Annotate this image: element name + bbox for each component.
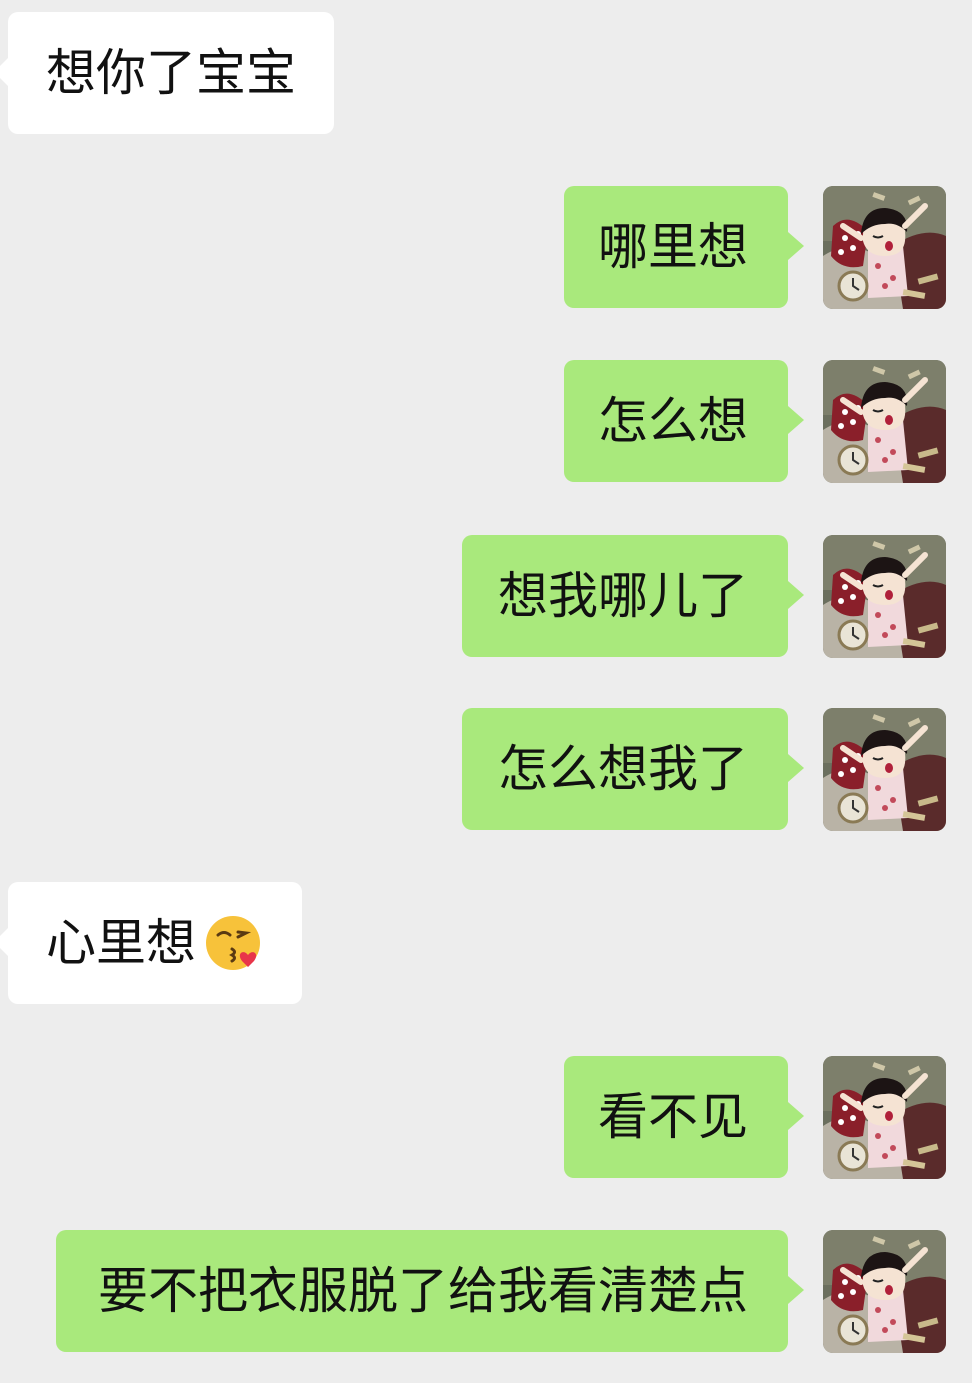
face-blowing-a-kiss-emoji-icon [204, 913, 264, 973]
outgoing-message-bubble[interactable]: 看不见 [564, 1056, 804, 1178]
message-text: 怎么想我了 [498, 740, 748, 798]
bubble-tail [788, 232, 804, 260]
bubble-tail [788, 581, 804, 609]
bubble-tail [788, 1102, 804, 1130]
message-text: 怎么想 [598, 392, 748, 450]
bubble-tail [788, 406, 804, 434]
outgoing-message-bubble[interactable]: 怎么想 [564, 360, 804, 482]
message-text: 想你了宝宝 [46, 44, 296, 102]
cartoon-girl-avatar-icon[interactable] [823, 360, 946, 483]
bubble-tail [788, 1276, 804, 1304]
cartoon-girl-avatar-icon[interactable] [823, 1230, 946, 1353]
message-text: 哪里想 [598, 218, 748, 276]
bubble-tail [788, 754, 804, 782]
message-text: 要不把衣服脱了给我看清楚点 [98, 1262, 748, 1320]
bubble-tail [0, 58, 8, 86]
message-text: 想我哪儿了 [498, 567, 748, 625]
incoming-message-bubble[interactable]: 心里想 [0, 882, 302, 1004]
bubble-tail [0, 928, 8, 956]
cartoon-girl-avatar-icon[interactable] [823, 708, 946, 831]
incoming-message-bubble[interactable]: 想你了宝宝 [0, 12, 334, 134]
outgoing-message-bubble[interactable]: 哪里想 [564, 186, 804, 308]
outgoing-message-bubble[interactable]: 怎么想我了 [462, 708, 804, 830]
cartoon-girl-avatar-icon[interactable] [823, 1056, 946, 1179]
cartoon-girl-avatar-icon[interactable] [823, 535, 946, 658]
outgoing-message-bubble[interactable]: 要不把衣服脱了给我看清楚点 [56, 1230, 804, 1352]
outgoing-message-bubble[interactable]: 想我哪儿了 [462, 535, 804, 657]
message-text: 心里想 [46, 914, 196, 972]
message-text: 看不见 [598, 1088, 748, 1146]
cartoon-girl-avatar-icon[interactable] [823, 186, 946, 309]
